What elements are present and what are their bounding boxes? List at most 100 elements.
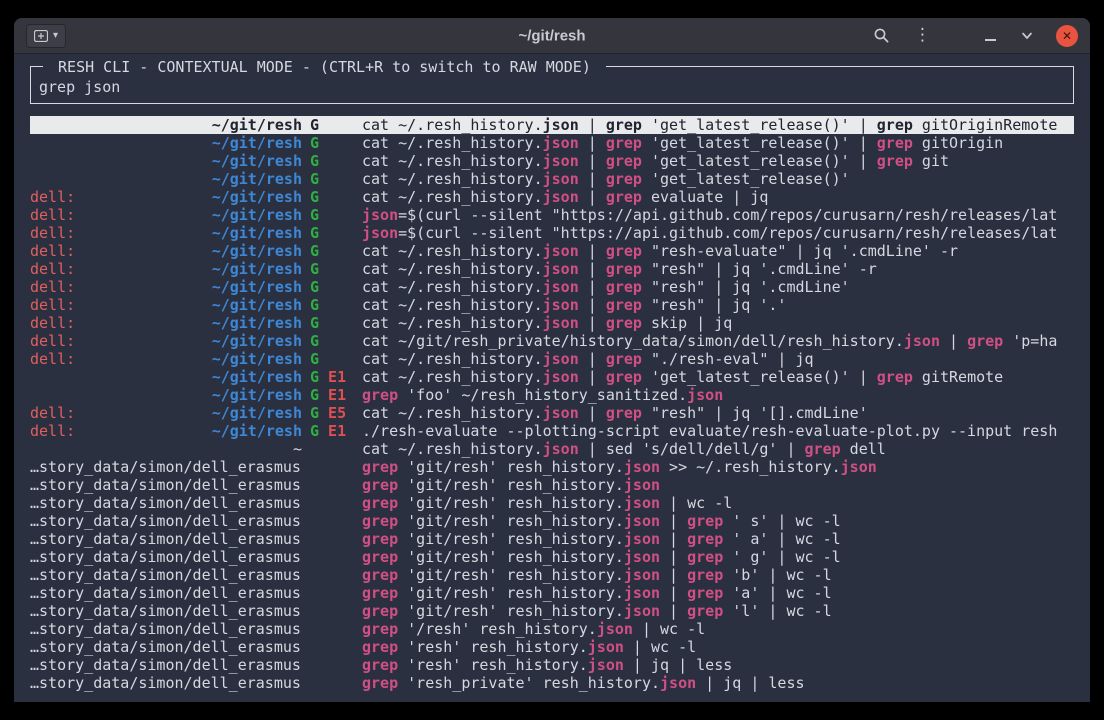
history-row[interactable]: …story_data/simon/dell_erasmusgrep 'resh… [30,674,1074,692]
row-command: grep '/resh' resh_history.json | wc -l [362,620,1074,638]
history-row[interactable]: …story_data/simon/dell_erasmusgrep 'git/… [30,458,1074,476]
row-context: …story_data/simon/dell_erasmus [30,656,302,674]
history-row[interactable]: dell:~/git/reshGcat ~/.resh_history.json… [30,296,1074,314]
row-context: dell:~/git/resh [30,332,302,350]
menu-button[interactable]: ⋮ [912,25,933,46]
history-row[interactable]: dell:~/git/reshGjson=$(curl --silent "ht… [30,224,1074,242]
history-row[interactable]: ~/git/reshGcat ~/.resh_history.json | gr… [30,170,1074,188]
row-flags: G E1 [310,422,354,440]
match-highlight: grep [687,548,723,566]
history-row[interactable]: …story_data/simon/dell_erasmusgrep '/res… [30,620,1074,638]
titlebar[interactable]: ▾ ~/git/resh ⋮ [14,18,1090,54]
terminal-content: RESH CLI - CONTEXTUAL MODE - (CTRL+R to … [14,54,1090,702]
row-flags [310,566,354,584]
row-command: cat ~/.resh_history.json | grep "resh-ev… [362,242,1074,260]
row-flags [310,494,354,512]
history-row[interactable]: ~/git/reshGcat ~/.resh_history.json | gr… [30,116,1074,134]
match-highlight: json [588,638,624,656]
row-flags [310,584,354,602]
terminal-tab-icon [34,30,48,42]
history-row[interactable]: ~/git/reshGcat ~/.resh_history.json | gr… [30,134,1074,152]
match-highlight: json [597,620,633,638]
history-row[interactable]: dell:~/git/reshGcat ~/.resh_history.json… [30,242,1074,260]
history-row[interactable]: ~/git/reshGcat ~/.resh_history.json | gr… [30,152,1074,170]
match-highlight: grep [687,512,723,530]
row-command: grep 'resh' resh_history.json | wc -l [362,638,1074,656]
match-highlight: grep [877,134,913,152]
match-highlight: grep [362,494,398,512]
match-highlight: grep [687,566,723,584]
match-highlight: grep [362,602,398,620]
row-flags: G [310,188,354,206]
match-highlight: grep [606,242,642,260]
history-row[interactable]: …story_data/simon/dell_erasmusgrep 'git/… [30,512,1074,530]
row-directory: ~/git/resh [212,224,302,242]
history-row[interactable]: dell:~/git/reshGcat ~/.resh_history.json… [30,278,1074,296]
history-row[interactable]: …story_data/simon/dell_erasmusgrep 'git/… [30,584,1074,602]
match-highlight: grep [362,458,398,476]
search-query-input[interactable]: grep json [39,78,1065,96]
history-row[interactable]: dell:~/git/reshGcat ~/.resh_history.json… [30,314,1074,332]
match-highlight: grep [606,314,642,332]
history-row[interactable]: dell:~/git/reshGcat ~/.resh_history.json… [30,260,1074,278]
history-row[interactable]: ~/git/reshG E1cat ~/.resh_history.json |… [30,368,1074,386]
row-context: ~ [30,440,302,458]
history-row[interactable]: dell:~/git/reshGcat ~/.resh_history.json… [30,350,1074,368]
match-highlight: json [543,242,579,260]
history-row[interactable]: ~/git/reshG E1grep 'foo' ~/resh_history_… [30,386,1074,404]
row-flags: G [310,350,354,368]
history-row[interactable]: …story_data/simon/dell_erasmusgrep 'git/… [30,476,1074,494]
minimize-button[interactable] [983,29,998,43]
history-row[interactable]: dell:~/git/reshG E1./resh-evaluate --plo… [30,422,1074,440]
row-directory: ~/git/resh [212,134,302,152]
history-row[interactable]: ~cat ~/.resh_history.json | sed 's/dell/… [30,440,1074,458]
row-context: dell:~/git/resh [30,224,302,242]
match-highlight: json [624,548,660,566]
row-flags: G [310,116,354,134]
history-row[interactable]: …story_data/simon/dell_erasmusgrep 'git/… [30,494,1074,512]
match-highlight: grep [362,512,398,530]
search-button[interactable] [871,25,892,46]
match-highlight: grep [687,530,723,548]
history-row[interactable]: …story_data/simon/dell_erasmusgrep 'git/… [30,566,1074,584]
history-row[interactable]: …story_data/simon/dell_erasmus grep 'resh… [30,656,1074,674]
match-highlight: grep [606,350,642,368]
history-row[interactable]: dell:~/git/reshG E5cat ~/.resh_history.j… [30,404,1074,422]
restore-icon [1020,30,1034,42]
row-flags [310,656,354,674]
row-command: grep 'resh' resh_history.json | jq | les… [362,656,1074,674]
row-host: …story_data/simon/dell_erasmus [30,656,301,674]
row-command: json=$(curl --silent "https://api.github… [362,224,1074,242]
row-host: dell: [30,296,75,314]
row-host: dell: [30,404,75,422]
row-command: cat ~/.resh_history.json | grep 'get_lat… [362,368,1074,386]
row-context: ~/git/resh [30,170,302,188]
history-row[interactable]: …story_data/simon/dell_erasmusgrep 'git/… [30,602,1074,620]
row-host: …story_data/simon/dell_erasmus [30,548,301,566]
row-host: …story_data/simon/dell_erasmus [30,566,301,584]
row-host: dell: [30,242,75,260]
restore-button[interactable] [1018,28,1036,44]
match-highlight: grep [606,296,642,314]
close-button[interactable]: ✕ [1056,25,1078,47]
match-highlight: json [543,278,579,296]
history-row[interactable]: dell:~/git/reshGcat ~/.resh_history.json… [30,188,1074,206]
history-row[interactable]: …story_data/simon/dell_erasmusgrep 'git/… [30,548,1074,566]
history-row[interactable]: dell:~/git/reshGcat ~/git/resh_private/h… [30,332,1074,350]
row-flag: G [310,242,319,260]
row-directory: ~/git/resh [212,188,302,206]
history-row[interactable]: dell:~/git/reshGjson=$(curl --silent "ht… [30,206,1074,224]
resh-header-box: RESH CLI - CONTEXTUAL MODE - (CTRL+R to … [30,66,1074,104]
new-tab-button[interactable]: ▾ [26,24,66,48]
row-flag: G [310,350,319,368]
row-command: cat ~/.resh_history.json | grep 'get_lat… [362,116,1074,134]
history-row[interactable]: …story_data/simon/dell_erasmusgrep 'git/… [30,530,1074,548]
history-row[interactable]: …story_data/simon/dell_erasmusgrep 'resh… [30,638,1074,656]
row-flags [310,638,354,656]
window-title: ~/git/resh [518,27,585,44]
match-highlight: grep [606,116,642,134]
match-highlight: grep [362,566,398,584]
row-context: dell:~/git/resh [30,206,302,224]
row-context: ~/git/resh [30,368,302,386]
match-highlight: json [687,386,723,404]
